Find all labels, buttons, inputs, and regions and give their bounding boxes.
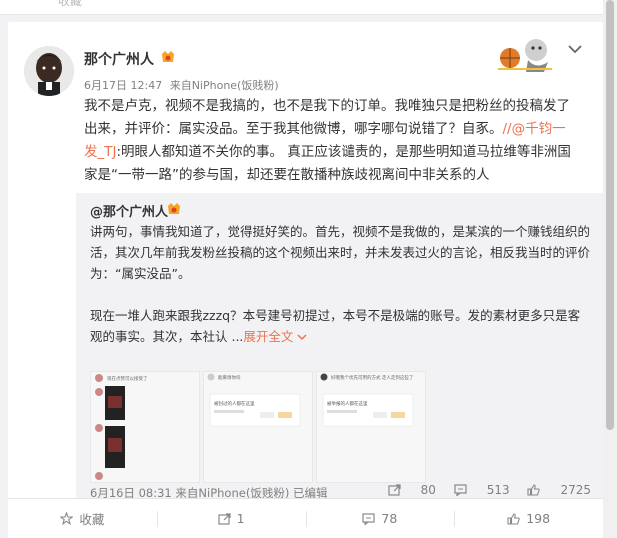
expand-label: 展开全文 xyxy=(243,329,294,344)
comment-button[interactable]: 78 xyxy=(305,499,455,538)
post-text-part1: 我不是卢克，视频不是我搞的，也不是我下的订单。我唯独只是把粉丝的投稿发了出来，并… xyxy=(84,98,570,137)
thumb-3-caption: 好哦我个优先可用的方式 走人走到这些了 xyxy=(331,374,414,381)
repost-paragraph-2: 现在一堆人跑来跟我zzzq？本号建号初提过，本号不是极端的账号。发的素材更多只是… xyxy=(90,305,590,347)
thumb-2-dialog-text: 被封过的人都在这里 xyxy=(214,400,255,407)
repost-like-count-value: 2725 xyxy=(560,483,591,497)
like-icon xyxy=(527,484,541,496)
expand-chevron-icon xyxy=(297,334,307,341)
repost-content: 讲两句，事情我知道了，觉得挺好笑的。首先，视频不是我做的，是某滨的一个赚钱组织的… xyxy=(90,221,590,347)
repost-button[interactable]: 1 xyxy=(156,499,306,538)
repost-paragraph-1: 讲两句，事情我知道了，觉得挺好笑的。首先，视频不是我做的，是某滨的一个赚钱组织的… xyxy=(90,224,591,281)
thumb-3-dialog-text: 被举报的人都在这里 xyxy=(327,400,368,407)
expand-full-text-link[interactable]: 展开全文 xyxy=(243,329,307,344)
vip-badge-icon[interactable] xyxy=(160,50,176,64)
repost-comment-count-value: 513 xyxy=(486,483,510,497)
favorite-label: 收藏 xyxy=(79,512,105,527)
post-text-part2: :明眼人都知道不关你的事。 真正应该谴责的，是那些明知道马拉维等非洲国家是“一带… xyxy=(84,144,571,183)
post-source: 来自NiPhone(饭贱粉) xyxy=(169,79,279,92)
card-decoration-sticker xyxy=(498,39,552,72)
weibo-post-card: 那个广州人 6月17日 12:47 来自NiPhone(饭贱粉) 我不是卢克，视… xyxy=(8,22,603,538)
like-icon xyxy=(507,512,520,525)
repost-like-count[interactable]: 2725 xyxy=(527,483,591,497)
repost-repost-count[interactable]: 80 xyxy=(388,483,436,497)
post-meta: 6月17日 12:47 来自NiPhone(饭贱粉) xyxy=(84,77,279,93)
repost-repost-count-value: 80 xyxy=(420,483,436,497)
favorite-button[interactable]: 收藏 xyxy=(8,499,157,538)
thumb-1-caption: 现在点赞可以接受了 xyxy=(107,375,148,382)
avatar[interactable] xyxy=(24,46,74,96)
comment-count: 78 xyxy=(381,511,398,526)
repost-count: 1 xyxy=(236,511,245,526)
post-action-bar: 收藏 1 78 198 xyxy=(8,499,603,538)
repost-icon xyxy=(218,512,231,525)
reposted-weibo: @那个广州人 讲两句，事情我知道了，觉得挺好笑的。首先，视频不是我做的，是某滨的… xyxy=(76,193,603,500)
repost-comment-count[interactable]: 513 xyxy=(454,483,510,497)
post-time[interactable]: 6月17日 12:47 xyxy=(84,79,162,92)
star-icon xyxy=(60,512,74,525)
repost-vip-badge-icon[interactable] xyxy=(166,202,182,216)
post-username[interactable]: 那个广州人 xyxy=(84,49,154,69)
thumb-2-caption: 能麻烦你吗 xyxy=(218,374,241,381)
repost-stats: 80 513 2725 xyxy=(374,483,591,499)
previous-favorite-label: 收藏 xyxy=(58,0,83,8)
chevron-down-icon[interactable] xyxy=(568,44,582,54)
comment-icon xyxy=(454,484,467,496)
comment-icon xyxy=(362,512,376,525)
scrollbar-thumb[interactable] xyxy=(606,0,614,430)
repost-image-3[interactable]: 好哦我个优先可用的方式 走人走到这些了 被举报的人都在这里 xyxy=(316,371,426,483)
like-count: 198 xyxy=(526,511,551,526)
repost-paragraph-2-text: 现在一堆人跑来跟我zzzq？本号建号初提过，本号不是极端的账号。发的素材更多只是… xyxy=(90,308,581,344)
like-button[interactable]: 198 xyxy=(454,499,603,538)
repost-image-2[interactable]: 能麻烦你吗 被封过的人都在这里 xyxy=(203,371,313,483)
repost-username[interactable]: @那个广州人 xyxy=(90,201,168,220)
repost-icon xyxy=(388,484,401,496)
scrollbar[interactable] xyxy=(603,0,617,538)
post-content: 我不是卢克，视频不是我搞的，也不是我下的订单。我唯独只是把粉丝的投稿发了出来，并… xyxy=(84,95,579,187)
previous-post-footer: 收藏 xyxy=(0,0,603,15)
repost-image-1[interactable]: 现在点赞可以接受了 xyxy=(90,371,200,483)
